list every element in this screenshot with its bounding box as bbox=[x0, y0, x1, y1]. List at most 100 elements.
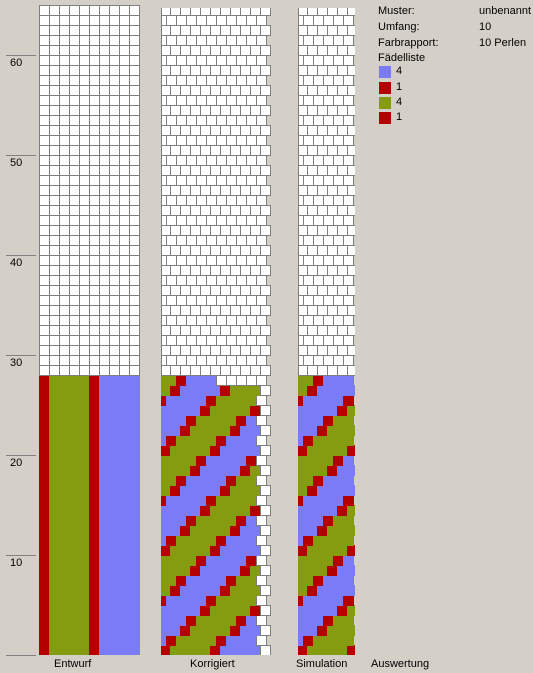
bead[interactable] bbox=[256, 315, 267, 326]
bead[interactable] bbox=[256, 435, 267, 446]
bead[interactable] bbox=[260, 645, 271, 655]
bead[interactable] bbox=[129, 75, 140, 86]
simulation-grid[interactable] bbox=[298, 8, 355, 655]
bead[interactable] bbox=[347, 245, 355, 256]
bead[interactable] bbox=[347, 365, 355, 376]
bead[interactable] bbox=[129, 625, 140, 636]
bead[interactable] bbox=[256, 255, 267, 266]
bead[interactable] bbox=[129, 295, 140, 306]
bead[interactable] bbox=[260, 145, 271, 156]
bead[interactable] bbox=[129, 325, 140, 336]
bead[interactable] bbox=[129, 585, 140, 596]
bead[interactable] bbox=[343, 195, 354, 206]
bead[interactable] bbox=[129, 375, 140, 386]
bead[interactable] bbox=[129, 225, 140, 236]
bead[interactable] bbox=[256, 455, 267, 466]
bead[interactable] bbox=[343, 215, 354, 226]
bead[interactable] bbox=[256, 15, 267, 26]
bead[interactable] bbox=[347, 485, 355, 496]
bead[interactable] bbox=[347, 265, 355, 276]
bead[interactable] bbox=[129, 205, 140, 216]
bead[interactable] bbox=[347, 305, 355, 316]
bead[interactable] bbox=[260, 465, 271, 476]
bead[interactable] bbox=[129, 635, 140, 646]
bead[interactable] bbox=[343, 155, 354, 166]
bead[interactable] bbox=[129, 265, 140, 276]
bead[interactable] bbox=[129, 515, 140, 526]
bead[interactable] bbox=[129, 45, 140, 56]
bead[interactable] bbox=[256, 495, 267, 506]
bead[interactable] bbox=[260, 565, 271, 576]
bead[interactable] bbox=[129, 125, 140, 136]
bead[interactable] bbox=[347, 545, 355, 556]
bead[interactable] bbox=[343, 15, 354, 26]
bead[interactable] bbox=[347, 285, 355, 296]
evaluation-caption[interactable]: Auswertung bbox=[371, 658, 429, 670]
bead[interactable] bbox=[129, 405, 140, 416]
bead[interactable] bbox=[343, 475, 354, 486]
bead[interactable] bbox=[347, 465, 355, 476]
bead[interactable] bbox=[347, 65, 355, 76]
bead[interactable] bbox=[343, 375, 354, 386]
bead[interactable] bbox=[129, 155, 140, 166]
bead[interactable] bbox=[256, 275, 267, 286]
bead[interactable] bbox=[256, 475, 267, 486]
bead[interactable] bbox=[260, 445, 271, 456]
bead[interactable] bbox=[343, 355, 354, 366]
bead[interactable] bbox=[129, 245, 140, 256]
bead[interactable] bbox=[129, 525, 140, 536]
bead[interactable] bbox=[260, 165, 271, 176]
bead[interactable] bbox=[129, 65, 140, 76]
bead[interactable] bbox=[129, 175, 140, 186]
bead[interactable] bbox=[347, 145, 355, 156]
bead[interactable] bbox=[129, 305, 140, 316]
bead[interactable] bbox=[129, 365, 140, 376]
bead[interactable] bbox=[260, 625, 271, 636]
bead[interactable] bbox=[256, 335, 267, 346]
bead[interactable] bbox=[129, 485, 140, 496]
bead[interactable] bbox=[343, 635, 354, 646]
bead[interactable] bbox=[129, 35, 140, 46]
bead[interactable] bbox=[256, 155, 267, 166]
bead[interactable] bbox=[343, 555, 354, 566]
bead[interactable] bbox=[256, 555, 267, 566]
bead[interactable] bbox=[129, 545, 140, 556]
bead[interactable] bbox=[347, 85, 355, 96]
bead[interactable] bbox=[343, 395, 354, 406]
bead[interactable] bbox=[256, 635, 267, 646]
bead[interactable] bbox=[343, 415, 354, 426]
bead[interactable] bbox=[260, 225, 271, 236]
bead[interactable] bbox=[256, 55, 267, 66]
bead[interactable] bbox=[256, 615, 267, 626]
bead[interactable] bbox=[260, 8, 271, 16]
bead[interactable] bbox=[260, 605, 271, 616]
bead[interactable] bbox=[260, 105, 271, 116]
bead[interactable] bbox=[343, 235, 354, 246]
bead[interactable] bbox=[343, 595, 354, 606]
bead[interactable] bbox=[129, 15, 140, 26]
bead[interactable] bbox=[260, 405, 271, 416]
bead[interactable] bbox=[347, 505, 355, 516]
bead[interactable] bbox=[129, 235, 140, 246]
bead[interactable] bbox=[256, 95, 267, 106]
bead[interactable] bbox=[129, 595, 140, 606]
bead[interactable] bbox=[129, 615, 140, 626]
bead[interactable] bbox=[343, 275, 354, 286]
bead[interactable] bbox=[129, 535, 140, 546]
bead[interactable] bbox=[347, 8, 355, 16]
bead[interactable] bbox=[260, 385, 271, 396]
bead[interactable] bbox=[347, 25, 355, 36]
bead[interactable] bbox=[129, 565, 140, 576]
bead[interactable] bbox=[129, 395, 140, 406]
bead[interactable] bbox=[260, 345, 271, 356]
bead[interactable] bbox=[343, 115, 354, 126]
bead[interactable] bbox=[343, 335, 354, 346]
bead[interactable] bbox=[260, 425, 271, 436]
bead[interactable] bbox=[256, 235, 267, 246]
bead[interactable] bbox=[256, 115, 267, 126]
bead[interactable] bbox=[343, 95, 354, 106]
bead[interactable] bbox=[343, 515, 354, 526]
design-grid[interactable] bbox=[39, 4, 140, 655]
bead[interactable] bbox=[129, 435, 140, 446]
bead[interactable] bbox=[260, 205, 271, 216]
